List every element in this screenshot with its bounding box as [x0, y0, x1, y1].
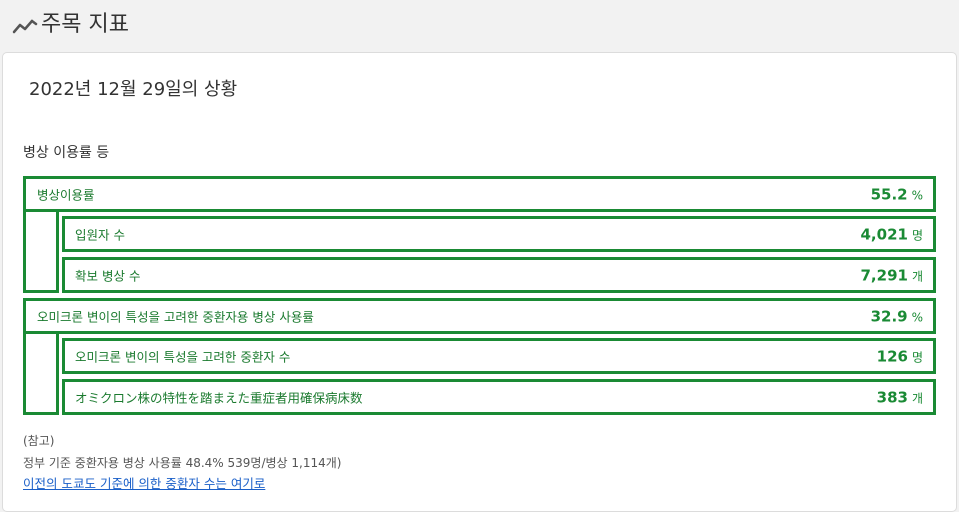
- previous-criteria-link[interactable]: 이전의 도쿄도 기준에 의한 중환자 수는 여기로: [23, 476, 265, 492]
- trend-line-icon: [12, 19, 38, 34]
- date-title: 2022년 12월 29일의 상황: [29, 79, 238, 100]
- row-value: 7,291 개: [860, 266, 924, 285]
- indicator-row-severe-bed-usage-rate: 오미크론 변이의 특성을 고려한 중환자용 병상 사용률 32.9%: [23, 298, 936, 334]
- header: 주목 지표: [0, 0, 959, 52]
- note-heading: (참고): [23, 434, 55, 448]
- row-label: 확보 병상 수: [75, 268, 141, 284]
- row-label: 오미크론 변이의 특성을 고려한 중환자 수: [75, 349, 291, 365]
- row-label: 오미크론 변이의 특성을 고려한 중환자용 병상 사용률: [37, 309, 314, 325]
- indicator-row-bed-usage-rate: 병상이용률 55.2%: [23, 176, 936, 212]
- indicator-row-secured-beds: 확보 병상 수 7,291 개: [62, 257, 936, 293]
- indicator-row-inpatients: 입원자 수 4,021 명: [62, 216, 936, 252]
- row-label: 입원자 수: [75, 227, 125, 243]
- indicator-row-severe-secured-beds: オミクロン株の特性を踏まえた重症者用確保病床数 383 개: [62, 379, 936, 415]
- row-value: 32.9%: [870, 307, 923, 326]
- row-label: オミクロン株の特性を踏まえた重症者用確保病床数: [75, 390, 363, 406]
- row-value: 383 개: [876, 388, 923, 407]
- row-value: 4,021 명: [860, 225, 924, 244]
- indicator-row-severe-patients: 오미크론 변이의 특성을 고려한 중환자 수 126 명: [62, 338, 936, 374]
- row-value: 55.2%: [870, 185, 923, 204]
- row-label: 병상이용률: [37, 187, 95, 203]
- section-title: 병상 이용률 등: [23, 145, 110, 161]
- row-value: 126 명: [876, 347, 923, 366]
- page-title: 주목 지표: [41, 12, 129, 37]
- note-text: 정부 기준 중환자용 병상 사용률 48.4% 539명/병상 1,114개): [23, 456, 342, 470]
